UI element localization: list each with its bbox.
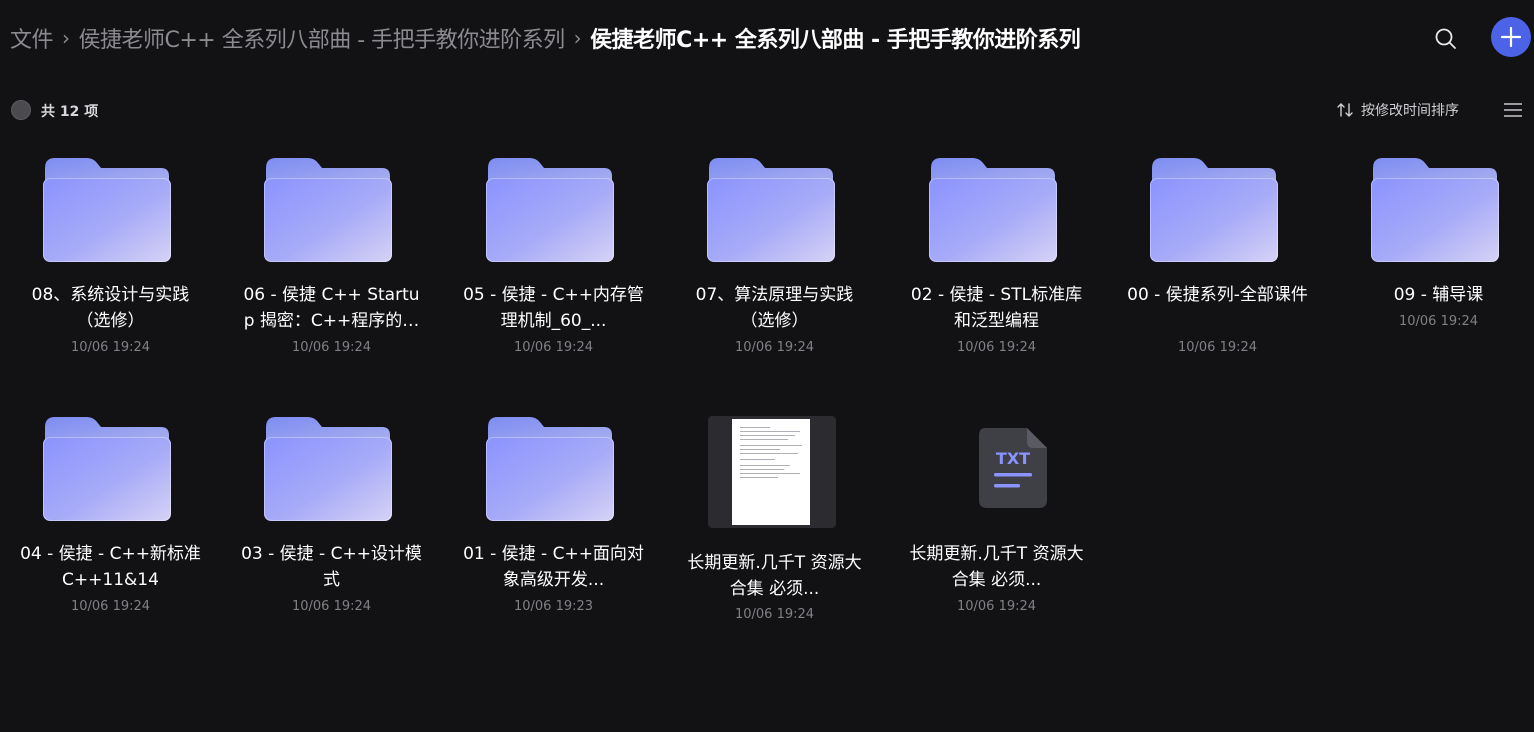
folder-item[interactable]: 05 - 侯捷 - C++内存管理机制_60_... 10/06 19:24 bbox=[443, 140, 664, 390]
breadcrumb-separator: › bbox=[62, 26, 70, 50]
folder-item[interactable]: 09 - 辅导课 10/06 19:24 bbox=[1328, 140, 1534, 390]
view-toggle-button[interactable] bbox=[1503, 102, 1523, 118]
item-name: 03 - 侯捷 - C++设计模式 bbox=[241, 544, 422, 590]
item-name: 08、系统设计与实践（选修） bbox=[31, 285, 190, 331]
item-date: 10/06 19:24 bbox=[734, 340, 815, 355]
folder-icon bbox=[262, 154, 394, 264]
folder-icon bbox=[484, 413, 616, 523]
document-page-preview bbox=[732, 419, 810, 525]
folder-icon bbox=[262, 413, 394, 523]
item-date: 10/06 19:24 bbox=[1398, 314, 1479, 329]
sort-button[interactable]: 按修改时间排序 bbox=[1336, 99, 1459, 121]
list-view-icon bbox=[1504, 103, 1522, 117]
add-button[interactable] bbox=[1491, 17, 1531, 57]
breadcrumb-current: 侯捷老师C++ 全系列八部曲 - 手把手教你进阶系列 bbox=[590, 28, 1081, 53]
item-count: 共 12 项 bbox=[41, 104, 99, 120]
item-date: 10/06 19:24 bbox=[956, 340, 1037, 355]
svg-text:TXT: TXT bbox=[996, 449, 1030, 468]
select-all-checkbox[interactable] bbox=[11, 100, 31, 120]
item-date: 10/06 19:24 bbox=[291, 340, 372, 355]
item-name: 长期更新.几千T 资源大合集 必须... bbox=[909, 544, 1084, 590]
document-thumbnail bbox=[708, 416, 836, 528]
top-bar: 文件 › 侯捷老师C++ 全系列八部曲 - 手把手教你进阶系列 › 侯捷老师C+… bbox=[0, 0, 1534, 76]
item-date: 10/06 19:23 bbox=[513, 599, 594, 614]
folder-icon bbox=[484, 154, 616, 264]
breadcrumb-parent[interactable]: 侯捷老师C++ 全系列八部曲 - 手把手教你进阶系列 bbox=[79, 22, 566, 54]
breadcrumb: 文件 › 侯捷老师C++ 全系列八部曲 - 手把手教你进阶系列 › 侯捷老师C+… bbox=[10, 22, 1081, 54]
file-item[interactable]: 长期更新.几千T 资源大合集 必须... 10/06 19:24 bbox=[664, 399, 885, 649]
item-name: 02 - 侯捷 - STL标准库和泛型编程 bbox=[910, 285, 1083, 331]
item-name: 01 - 侯捷 - C++面向对象高级开发... bbox=[463, 544, 644, 590]
sort-label: 按修改时间排序 bbox=[1361, 103, 1459, 119]
folder-item[interactable]: 07、算法原理与实践（选修） 10/06 19:24 bbox=[664, 140, 885, 390]
breadcrumb-root[interactable]: 文件 bbox=[10, 22, 54, 54]
item-name: 09 - 辅导课 bbox=[1393, 285, 1484, 305]
folder-item[interactable]: 08、系统设计与实践（选修） 10/06 19:24 bbox=[0, 140, 221, 390]
txt-file-icon: TXT bbox=[977, 426, 1049, 510]
folder-icon bbox=[1148, 154, 1280, 264]
folder-icon bbox=[927, 154, 1059, 264]
folder-item[interactable]: 06 - 侯捷 C++ Startup 揭密：C++程序的生前死后 10/06 1… bbox=[221, 140, 442, 390]
folder-icon bbox=[705, 154, 837, 264]
folder-icon bbox=[41, 413, 173, 523]
item-name: 07、算法原理与实践（选修） bbox=[695, 285, 854, 331]
folder-item[interactable]: 04 - 侯捷 - C++新标准C++11&14 10/06 19:24 bbox=[0, 399, 221, 649]
item-name: 04 - 侯捷 - C++新标准C++11&14 bbox=[20, 544, 201, 590]
folder-item[interactable]: 02 - 侯捷 - STL标准库和泛型编程 10/06 19:24 bbox=[886, 140, 1107, 390]
toolbar: 共 12 项 按修改时间排序 bbox=[0, 92, 1534, 128]
item-date: 10/06 19:24 bbox=[291, 599, 372, 614]
folder-icon bbox=[41, 154, 173, 264]
sort-arrows-icon bbox=[1337, 103, 1353, 117]
folder-item[interactable]: 01 - 侯捷 - C++面向对象高级开发... 10/06 19:23 bbox=[443, 399, 664, 649]
item-name: 06 - 侯捷 C++ Startup 揭密：C++程序的生前死后 bbox=[243, 285, 420, 331]
item-date: 10/06 19:24 bbox=[70, 340, 151, 355]
item-name: 00 - 侯捷系列-全部课件 bbox=[1127, 285, 1308, 305]
plus-icon bbox=[1500, 26, 1522, 48]
folder-icon bbox=[1369, 154, 1501, 264]
item-name: 长期更新.几千T 资源大合集 必须... bbox=[687, 553, 862, 599]
folder-item[interactable]: 00 - 侯捷系列-全部课件 10/06 19:24 bbox=[1107, 140, 1328, 390]
search-button[interactable] bbox=[1431, 24, 1461, 54]
item-date: 10/06 19:24 bbox=[513, 340, 594, 355]
item-date: 10/06 19:24 bbox=[734, 607, 815, 622]
item-name: 05 - 侯捷 - C++内存管理机制_60_... bbox=[463, 285, 644, 331]
file-item[interactable]: TXT 长期更新.几千T 资源大合集 必须... 10/06 19:24 bbox=[886, 399, 1107, 649]
item-date: 10/06 19:24 bbox=[70, 599, 151, 614]
search-icon bbox=[1435, 28, 1456, 49]
folder-item[interactable]: 03 - 侯捷 - C++设计模式 10/06 19:24 bbox=[221, 399, 442, 649]
item-date: 10/06 19:24 bbox=[956, 599, 1037, 614]
item-date: 10/06 19:24 bbox=[1177, 340, 1258, 355]
breadcrumb-separator: › bbox=[573, 26, 582, 50]
